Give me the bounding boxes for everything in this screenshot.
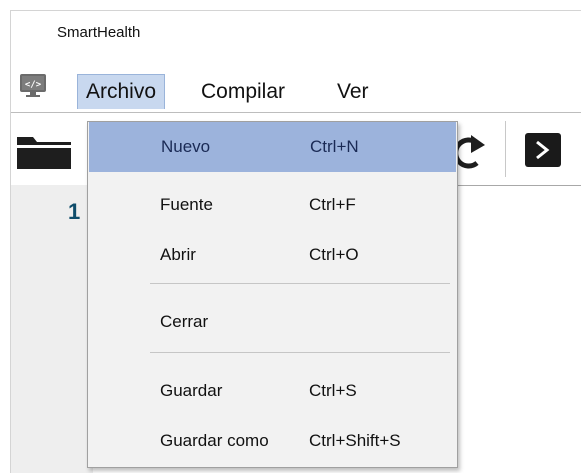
menu-separator [150, 283, 450, 284]
folder-icon[interactable] [15, 131, 73, 171]
menu-item-fuente[interactable]: Fuente Ctrl+F [88, 180, 457, 230]
menu-item-guardar[interactable]: Guardar Ctrl+S [88, 366, 457, 416]
menu-item-guardar-como[interactable]: Guardar como Ctrl+Shift+S [88, 416, 457, 466]
line-number: 1 [68, 199, 81, 224]
menu-item-label: Cerrar [160, 312, 209, 331]
menu-item-nuevo[interactable]: Nuevo Ctrl+N [89, 122, 456, 172]
menu-item-shortcut: Ctrl+S [309, 381, 357, 400]
menu-item-shortcut: Ctrl+F [309, 195, 356, 214]
run-icon[interactable] [525, 133, 561, 167]
toolbar-separator [505, 121, 506, 177]
menu-item-abrir[interactable]: Abrir Ctrl+O [88, 230, 457, 280]
svg-text:</>: </> [25, 80, 42, 90]
archivo-dropdown-menu: Nuevo Ctrl+N Fuente Ctrl+F Abrir Ctrl+O … [87, 121, 458, 468]
menu-item-label: Guardar como [160, 431, 269, 450]
menu-item-label: Fuente [160, 195, 213, 214]
menu-item-label: Guardar [160, 381, 223, 400]
app-window: SmartHealth </> Archivo Compilar Ver 1 N… [10, 10, 581, 473]
menu-separator [150, 352, 450, 353]
menu-archivo[interactable]: Archivo [77, 74, 166, 109]
menu-item-label: Nuevo [161, 137, 211, 156]
menu-compilar[interactable]: Compilar [193, 75, 293, 109]
menu-item-cerrar[interactable]: Cerrar [88, 297, 457, 347]
title-bar: SmartHealth [11, 11, 581, 57]
menu-bar: </> Archivo Compilar Ver [11, 69, 581, 110]
menu-item-shortcut: Ctrl+Shift+S [309, 431, 401, 450]
editor-gutter: 1 [11, 185, 93, 473]
menu-item-shortcut: Ctrl+N [310, 137, 359, 156]
menu-ver[interactable]: Ver [329, 75, 377, 109]
menu-item-label: Abrir [160, 245, 196, 264]
app-title: SmartHealth [57, 24, 141, 41]
menu-item-shortcut: Ctrl+O [309, 245, 359, 264]
code-window-icon: </> [20, 74, 46, 97]
